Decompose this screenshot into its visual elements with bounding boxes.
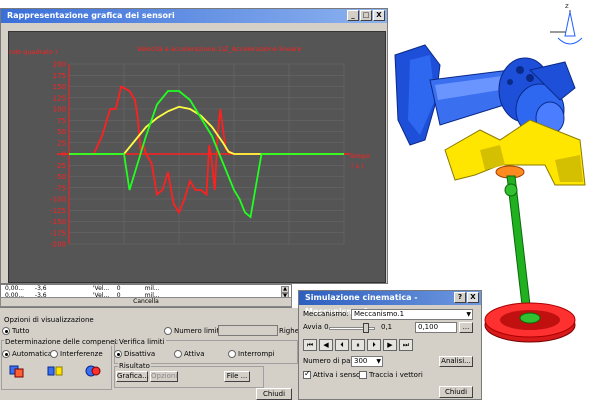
compass-icon: z bbox=[550, 2, 583, 45]
automatic-radio[interactable] bbox=[2, 350, 10, 358]
y-tick-label: 75 bbox=[57, 117, 66, 125]
skip-to-start-icon[interactable]: ⏮ bbox=[303, 339, 317, 351]
chart-title: Velocità e accelerazione.1\Z_Accelerazio… bbox=[137, 45, 301, 53]
sensors-checkbox[interactable] bbox=[303, 369, 311, 379]
y-tick-label: 150 bbox=[53, 83, 66, 91]
analysis-button[interactable]: Analisi... bbox=[439, 356, 473, 367]
start-label: Avvia 0 bbox=[303, 323, 329, 331]
options-button[interactable]: Opzioni bbox=[150, 371, 178, 382]
series-line-0 bbox=[69, 85, 344, 215]
active-radio[interactable] bbox=[174, 350, 182, 358]
chart-y-unit-label: ndo quadrato ) bbox=[9, 48, 57, 56]
maximize-button[interactable]: □ bbox=[360, 10, 372, 21]
close-button[interactable]: Chiudi bbox=[256, 388, 292, 400]
file-button[interactable]: File ... bbox=[224, 371, 250, 382]
end-value: 0,100 bbox=[418, 323, 439, 331]
y-tick-label: -75 bbox=[55, 184, 66, 192]
minimize-button[interactable]: _ bbox=[347, 10, 359, 21]
vectors-checkbox[interactable] bbox=[359, 371, 367, 379]
steps-select[interactable]: 300 ▼ bbox=[351, 356, 383, 367]
limited-radio[interactable] bbox=[164, 327, 172, 335]
time-slider-thumb[interactable] bbox=[362, 323, 369, 333]
disable-label: Disattiva bbox=[124, 350, 156, 358]
vectors-label: Traccia i vettori bbox=[369, 371, 423, 379]
scroll-up-icon[interactable]: ▲ bbox=[281, 286, 289, 293]
clash-icon[interactable] bbox=[8, 363, 26, 379]
y-tick-label: 200 bbox=[53, 61, 66, 69]
list-cell: 'Vel... bbox=[92, 285, 110, 292]
steps-value: 300 bbox=[354, 357, 368, 365]
help-button[interactable]: ? bbox=[454, 292, 466, 303]
distance-icon[interactable] bbox=[46, 363, 64, 379]
mechanism-select[interactable]: Meccanismo.1 ▼ bbox=[351, 309, 473, 320]
y-tick-label: -125 bbox=[50, 207, 66, 215]
rows-count-input[interactable] bbox=[218, 325, 278, 336]
y-tick-label: 125 bbox=[53, 94, 66, 102]
y-tick-label: 25 bbox=[57, 139, 66, 147]
play-backward-icon[interactable]: ⏴ bbox=[335, 339, 349, 351]
chart-x-axis-label: Tempo bbox=[348, 152, 370, 160]
view-options-label: Opzioni di visualizzazione bbox=[4, 316, 94, 324]
y-tick-label: -25 bbox=[55, 162, 66, 170]
list-cell: 0,00... bbox=[5, 285, 25, 292]
chevron-down-icon: ▼ bbox=[466, 311, 471, 318]
options-panel: Opzioni di visualizzazione Tutto Numero … bbox=[0, 308, 299, 400]
list-cell: mil... bbox=[144, 285, 160, 292]
disable-radio[interactable] bbox=[114, 350, 122, 358]
sensor-chart: ndo quadrato ) Velocità e accelerazione.… bbox=[9, 45, 370, 249]
rows-label: Righe bbox=[279, 327, 299, 335]
close-button[interactable]: X bbox=[373, 10, 385, 21]
close-button[interactable]: Chiudi bbox=[439, 386, 473, 398]
limits-label: Verifica limiti bbox=[118, 338, 166, 346]
y-tick-label: 100 bbox=[53, 106, 66, 114]
interference-radio[interactable] bbox=[50, 350, 58, 358]
mechanism-label: Meccanismo: bbox=[303, 310, 349, 318]
interrupt-radio[interactable] bbox=[228, 350, 236, 358]
sim-window-titlebar[interactable]: Simulazione cinematica - Meccanismo.1 ? … bbox=[299, 291, 481, 316]
all-label: Tutto bbox=[12, 327, 30, 335]
cancel-button[interactable]: Cancella bbox=[0, 297, 292, 307]
sensor-graph-window[interactable]: Rappresentazione grafica dei sensori _ □… bbox=[0, 8, 388, 284]
graph-window-title: Rappresentazione grafica dei sensori bbox=[7, 11, 175, 20]
automatic-label: Automatica bbox=[12, 350, 53, 358]
y-tick-label: 50 bbox=[57, 128, 66, 136]
sensors-label: Attiva i sensori bbox=[313, 371, 366, 379]
all-radio[interactable] bbox=[2, 327, 10, 335]
result-label: Risultato bbox=[118, 362, 151, 370]
chart-area: ndo quadrato ) Velocità e accelerazione.… bbox=[8, 31, 386, 283]
active-label: Attiva bbox=[184, 350, 205, 358]
mechanism-value: Meccanismo.1 bbox=[354, 310, 405, 318]
graph-window-titlebar[interactable]: Rappresentazione grafica dei sensori _ □… bbox=[1, 9, 387, 23]
y-tick-label: -50 bbox=[55, 173, 66, 181]
y-tick-label: -175 bbox=[50, 229, 66, 237]
interrupt-label: Interrompi bbox=[238, 350, 275, 358]
simulation-window[interactable]: Simulazione cinematica - Meccanismo.1 ? … bbox=[298, 290, 482, 400]
list-cell: -3,6 bbox=[34, 285, 47, 292]
series-line-1 bbox=[69, 105, 344, 155]
close-button[interactable]: X bbox=[467, 292, 479, 303]
y-tick-label: -150 bbox=[50, 218, 66, 226]
start-value: 0,1 bbox=[381, 323, 393, 331]
graph-button[interactable]: Grafica... bbox=[116, 371, 149, 382]
end-value-input[interactable]: 0,100 bbox=[415, 322, 457, 333]
more-button[interactable]: ... bbox=[459, 322, 473, 333]
step-forward-icon[interactable]: ▶ bbox=[383, 339, 397, 351]
list-cell: 0 bbox=[116, 285, 121, 292]
svg-text:z: z bbox=[565, 2, 569, 10]
skip-to-end-icon[interactable]: ⏭ bbox=[399, 339, 413, 351]
y-tick-label: 175 bbox=[53, 72, 66, 80]
play-forward-icon[interactable]: ⏵ bbox=[367, 339, 381, 351]
step-back-icon[interactable]: ◀ bbox=[319, 339, 333, 351]
list-item[interactable]: 0,00... -3,6 'Vel... 0 mil... bbox=[5, 285, 160, 292]
chart-x-unit-label: ( s ) bbox=[351, 162, 364, 170]
contact-icon[interactable] bbox=[84, 363, 102, 379]
interference-label: Interferenze bbox=[60, 350, 103, 358]
pause-icon[interactable]: ⏸ bbox=[351, 339, 365, 351]
y-tick-label: -200 bbox=[50, 241, 66, 249]
y-tick-label: -100 bbox=[50, 196, 66, 204]
chevron-down-icon: ▼ bbox=[376, 358, 381, 365]
